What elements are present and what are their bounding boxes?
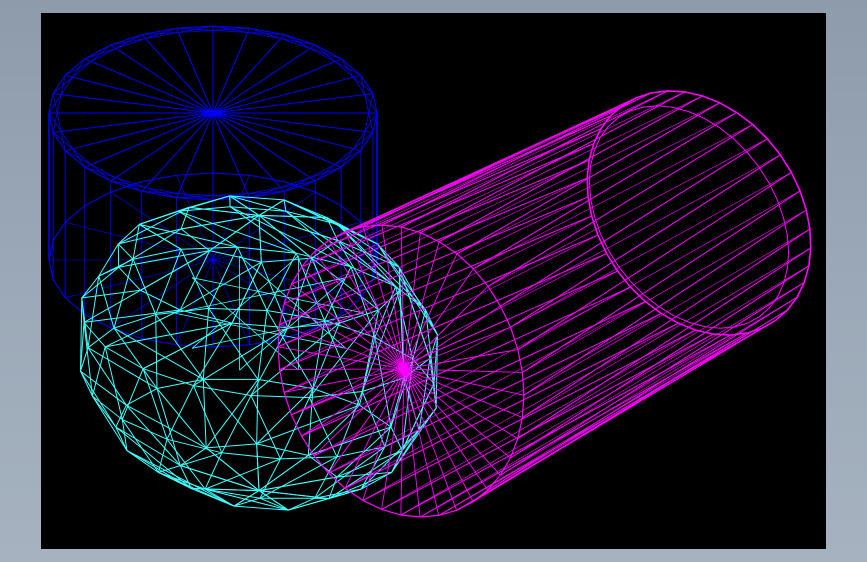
wireframe-scene[interactable] bbox=[41, 13, 826, 549]
3d-viewport[interactable] bbox=[41, 13, 826, 549]
cad-window bbox=[0, 0, 867, 562]
magenta-cylinder-wireframe[interactable] bbox=[277, 90, 812, 518]
cyan-sphere-wireframe[interactable] bbox=[79, 195, 439, 511]
